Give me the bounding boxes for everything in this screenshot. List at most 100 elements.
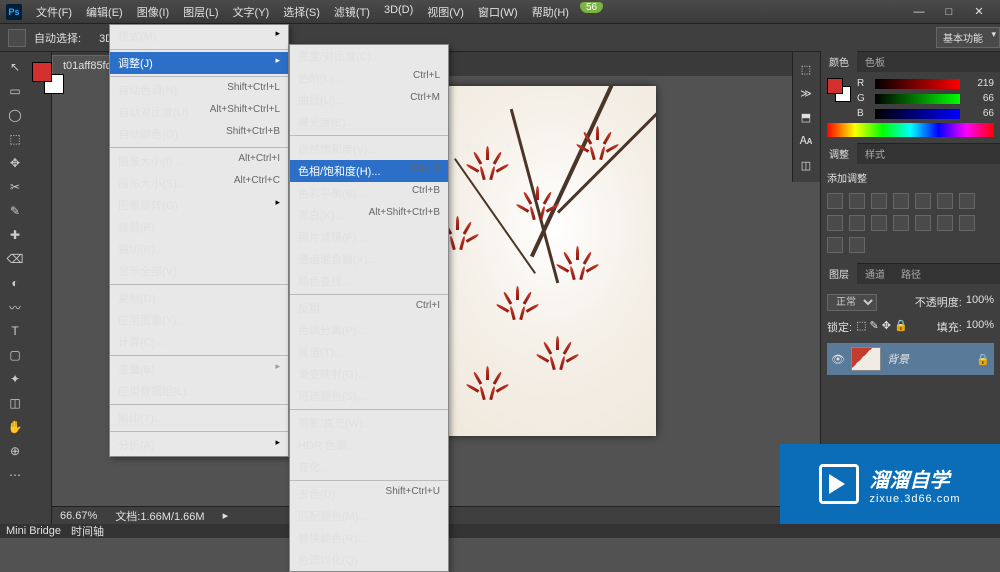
menu-layer[interactable]: 图层(L) [177, 1, 224, 23]
ma-balance[interactable]: 色彩平衡(B)...Ctrl+B [290, 182, 448, 204]
mi-auto-tone[interactable]: 自动色调(N)Shift+Ctrl+L [110, 79, 288, 101]
mi-adjustments[interactable]: 调整(J) [110, 52, 288, 74]
mi-reveal[interactable]: 显示全部(V) [110, 260, 288, 282]
ma-levels[interactable]: 色阶(L)...Ctrl+L [290, 67, 448, 89]
strip-icon-3[interactable]: ⬒ [797, 108, 815, 126]
menu-edit[interactable]: 编辑(E) [80, 1, 129, 23]
mi-auto-contrast[interactable]: 自动对比度(U)Alt+Shift+Ctrl+L [110, 101, 288, 123]
layer-row[interactable]: 👁 背景 🔒 [827, 343, 994, 375]
adj-icon[interactable] [849, 215, 865, 231]
adj-icon[interactable] [893, 193, 909, 209]
adj-icon[interactable] [915, 193, 931, 209]
hand-tool[interactable]: ✋ [4, 416, 26, 438]
tab-paths[interactable]: 路径 [893, 263, 929, 284]
spectrum-bar[interactable] [827, 123, 994, 137]
mi-variables[interactable]: 变量(B) [110, 358, 288, 380]
ma-brightness[interactable]: 亮度/对比度(C)... [290, 45, 448, 67]
strip-icon-4[interactable]: 🗛 [797, 132, 815, 150]
adj-icon[interactable] [849, 237, 865, 253]
mi-canvas-size[interactable]: 画布大小(S)...Alt+Ctrl+C [110, 172, 288, 194]
menu-file[interactable]: 文件(F) [30, 1, 78, 23]
ma-desaturate[interactable]: 去色(D)Shift+Ctrl+U [290, 483, 448, 505]
extra-tool[interactable]: ⋯ [4, 464, 26, 486]
mi-datasets[interactable]: 应用数据组(L)... [110, 380, 288, 402]
g-value[interactable]: 66 [966, 93, 994, 104]
strip-icon-2[interactable]: ≫ [797, 84, 815, 102]
brush-tool[interactable]: ✎ [4, 200, 26, 222]
path-tool[interactable]: ✦ [4, 368, 26, 390]
gradient-tool[interactable]: ◫ [4, 392, 26, 414]
ma-photofilter[interactable]: 照片滤镜(F)... [290, 226, 448, 248]
blend-mode-select[interactable]: 正常 [827, 294, 877, 311]
adj-icon[interactable] [959, 193, 975, 209]
maximize-button[interactable]: □ [936, 3, 962, 21]
pen-tool[interactable]: 〰 [4, 296, 26, 318]
adj-icon[interactable] [893, 215, 909, 231]
foreground-color[interactable] [32, 62, 52, 82]
tab-color[interactable]: 颜色 [821, 51, 857, 72]
ma-shadows[interactable]: 阴影/高光(W)... [290, 412, 448, 434]
ma-vibrance[interactable]: 自然饱和度(V)... [290, 138, 448, 160]
r-slider[interactable] [875, 79, 960, 89]
menu-help[interactable]: 帮助(H) [526, 1, 575, 23]
ma-gradmap[interactable]: 渐变映射(G)... [290, 363, 448, 385]
mi-image-size[interactable]: 图像大小(I)...Alt+Ctrl+I [110, 150, 288, 172]
ma-curves[interactable]: 曲线(U)...Ctrl+M [290, 89, 448, 111]
menu-type[interactable]: 文字(Y) [227, 1, 276, 23]
tab-channels[interactable]: 通道 [857, 263, 893, 284]
adj-icon[interactable] [849, 193, 865, 209]
ma-hdr[interactable]: HDR 色调... [290, 434, 448, 456]
ma-hue-saturation[interactable]: 色相/饱和度(H)...Ctrl+U [290, 160, 448, 182]
crop-tool[interactable]: ✥ [4, 152, 26, 174]
close-button[interactable]: ✕ [966, 3, 992, 21]
ma-invert[interactable]: 反相Ctrl+I [290, 297, 448, 319]
zoom-tool[interactable]: ⊕ [4, 440, 26, 462]
lasso-tool[interactable]: ◯ [4, 104, 26, 126]
healing-tool[interactable]: ✚ [4, 224, 26, 246]
adj-icon[interactable] [959, 215, 975, 231]
move-tool[interactable]: ↖ [4, 56, 26, 78]
wand-tool[interactable]: ⬚ [4, 128, 26, 150]
mi-mode[interactable]: 模式(M) [110, 25, 288, 47]
adj-icon[interactable] [871, 193, 887, 209]
menu-select[interactable]: 选择(S) [277, 1, 326, 23]
menu-window[interactable]: 窗口(W) [472, 1, 524, 23]
adj-icon[interactable] [871, 215, 887, 231]
ma-mixer[interactable]: 通道混合器(X)... [290, 248, 448, 270]
ma-selective[interactable]: 可选颜色(S)... [290, 385, 448, 407]
b-slider[interactable] [875, 109, 960, 119]
ma-exposure[interactable]: 曝光度(E)... [290, 111, 448, 133]
opacity-value[interactable]: 100% [966, 294, 994, 311]
adj-icon[interactable] [937, 193, 953, 209]
ma-bw[interactable]: 黑白(K)...Alt+Shift+Ctrl+B [290, 204, 448, 226]
zoom-level[interactable]: 66.67% [60, 510, 97, 522]
mi-crop[interactable]: 裁剪(P) [110, 216, 288, 238]
tab-adjustments[interactable]: 调整 [821, 143, 857, 164]
tab-layers[interactable]: 图层 [821, 263, 857, 284]
g-slider[interactable] [875, 94, 960, 104]
mi-duplicate[interactable]: 复制(D)... [110, 287, 288, 309]
dodge-tool[interactable]: ◐ [4, 272, 26, 294]
mi-trap[interactable]: 陷印(T)... [110, 407, 288, 429]
slice-tool[interactable]: ✂ [4, 176, 26, 198]
tab-swatches[interactable]: 色板 [857, 51, 893, 72]
ma-lookup[interactable]: 颜色查找... [290, 270, 448, 292]
tab-styles[interactable]: 样式 [857, 143, 893, 164]
marquee-tool[interactable]: ▭ [4, 80, 26, 102]
menu-3d[interactable]: 3D(D) [378, 1, 419, 23]
mi-calculations[interactable]: 计算(C)... [110, 331, 288, 353]
ma-posterize[interactable]: 色调分离(P)... [290, 319, 448, 341]
mi-trim[interactable]: 裁切(R)... [110, 238, 288, 260]
ma-match[interactable]: 匹配颜色(M)... [290, 505, 448, 527]
mi-auto-color[interactable]: 自动颜色(O)Shift+Ctrl+B [110, 123, 288, 145]
strip-icon-5[interactable]: ◫ [797, 156, 815, 174]
menu-view[interactable]: 视图(V) [421, 1, 470, 23]
ma-threshold[interactable]: 阈值(T)... [290, 341, 448, 363]
ma-replace[interactable]: 替换颜色(R)... [290, 527, 448, 549]
layer-name[interactable]: 背景 [887, 351, 909, 367]
workspace-dropdown[interactable]: 基本功能 [936, 27, 1000, 48]
mi-apply-image[interactable]: 应用图像(Y)... [110, 309, 288, 331]
adj-icon[interactable] [827, 237, 843, 253]
mi-analysis[interactable]: 分析(A) [110, 434, 288, 456]
ma-variations[interactable]: 变化... [290, 456, 448, 478]
